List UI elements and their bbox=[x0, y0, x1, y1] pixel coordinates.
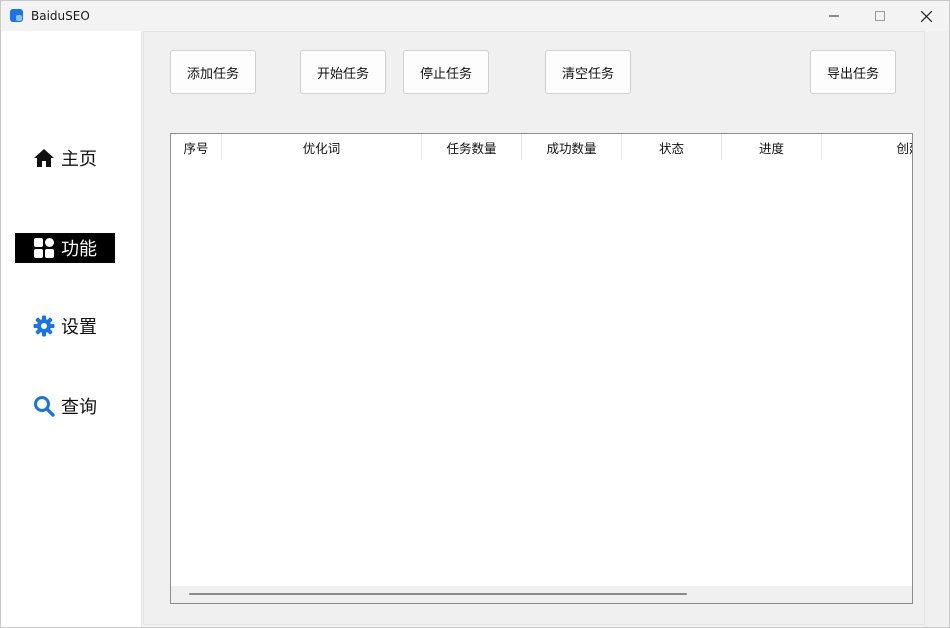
sidebar-item-home[interactable]: 主页 bbox=[15, 143, 115, 173]
stop-task-button[interactable]: 停止任务 bbox=[403, 50, 489, 94]
maximize-button[interactable] bbox=[857, 1, 903, 31]
sidebar-item-label: 功能 bbox=[61, 239, 97, 260]
clear-task-button[interactable]: 清空任务 bbox=[545, 50, 631, 94]
column-header-keyword[interactable]: 优化词 bbox=[222, 134, 422, 160]
close-button[interactable] bbox=[903, 1, 949, 31]
column-header-task-count[interactable]: 任务数量 bbox=[422, 134, 522, 160]
window-title: BaiduSEO bbox=[31, 9, 90, 23]
horizontal-scrollbar[interactable] bbox=[171, 586, 912, 603]
app-logo-icon bbox=[10, 9, 23, 22]
start-task-button[interactable]: 开始任务 bbox=[300, 50, 386, 94]
column-header-success-count[interactable]: 成功数量 bbox=[522, 134, 622, 160]
sidebar-item-label: 查询 bbox=[61, 397, 97, 418]
sidebar-item-label: 设置 bbox=[61, 317, 97, 338]
table-header: 序号 优化词 任务数量 成功数量 状态 进度 创建时间 bbox=[171, 134, 912, 160]
sidebar-item-features[interactable]: 功能 bbox=[15, 233, 115, 263]
add-task-button[interactable]: 添加任务 bbox=[170, 50, 256, 94]
gear-icon bbox=[33, 315, 55, 337]
minimize-icon bbox=[829, 15, 839, 17]
app-window: BaiduSEO 主页 功能 设置 查询 添加任务 开始任务 停止任务 清空任务… bbox=[0, 0, 950, 628]
search-icon bbox=[34, 396, 55, 417]
close-icon bbox=[920, 10, 932, 22]
column-header-index[interactable]: 序号 bbox=[171, 134, 222, 160]
column-header-progress[interactable]: 进度 bbox=[722, 134, 822, 160]
home-icon bbox=[34, 149, 54, 167]
sidebar-item-label: 主页 bbox=[61, 149, 97, 170]
scrollbar-thumb[interactable] bbox=[189, 593, 687, 595]
task-table[interactable]: 序号 优化词 任务数量 成功数量 状态 进度 创建时间 bbox=[170, 133, 913, 604]
main-content: 添加任务 开始任务 停止任务 清空任务 导出任务 序号 优化词 任务数量 成功数… bbox=[143, 31, 925, 625]
window-edge bbox=[925, 31, 949, 627]
maximize-icon bbox=[875, 11, 885, 21]
grid-icon bbox=[34, 238, 54, 258]
sidebar: 主页 功能 设置 查询 bbox=[1, 31, 142, 627]
sidebar-item-query[interactable]: 查询 bbox=[15, 391, 115, 421]
sidebar-item-settings[interactable]: 设置 bbox=[15, 311, 115, 341]
title-bar: BaiduSEO bbox=[1, 1, 949, 31]
minimize-button[interactable] bbox=[811, 1, 857, 31]
column-header-status[interactable]: 状态 bbox=[622, 134, 722, 160]
column-header-created-time[interactable]: 创建时间 bbox=[822, 134, 912, 160]
export-task-button[interactable]: 导出任务 bbox=[810, 50, 896, 94]
